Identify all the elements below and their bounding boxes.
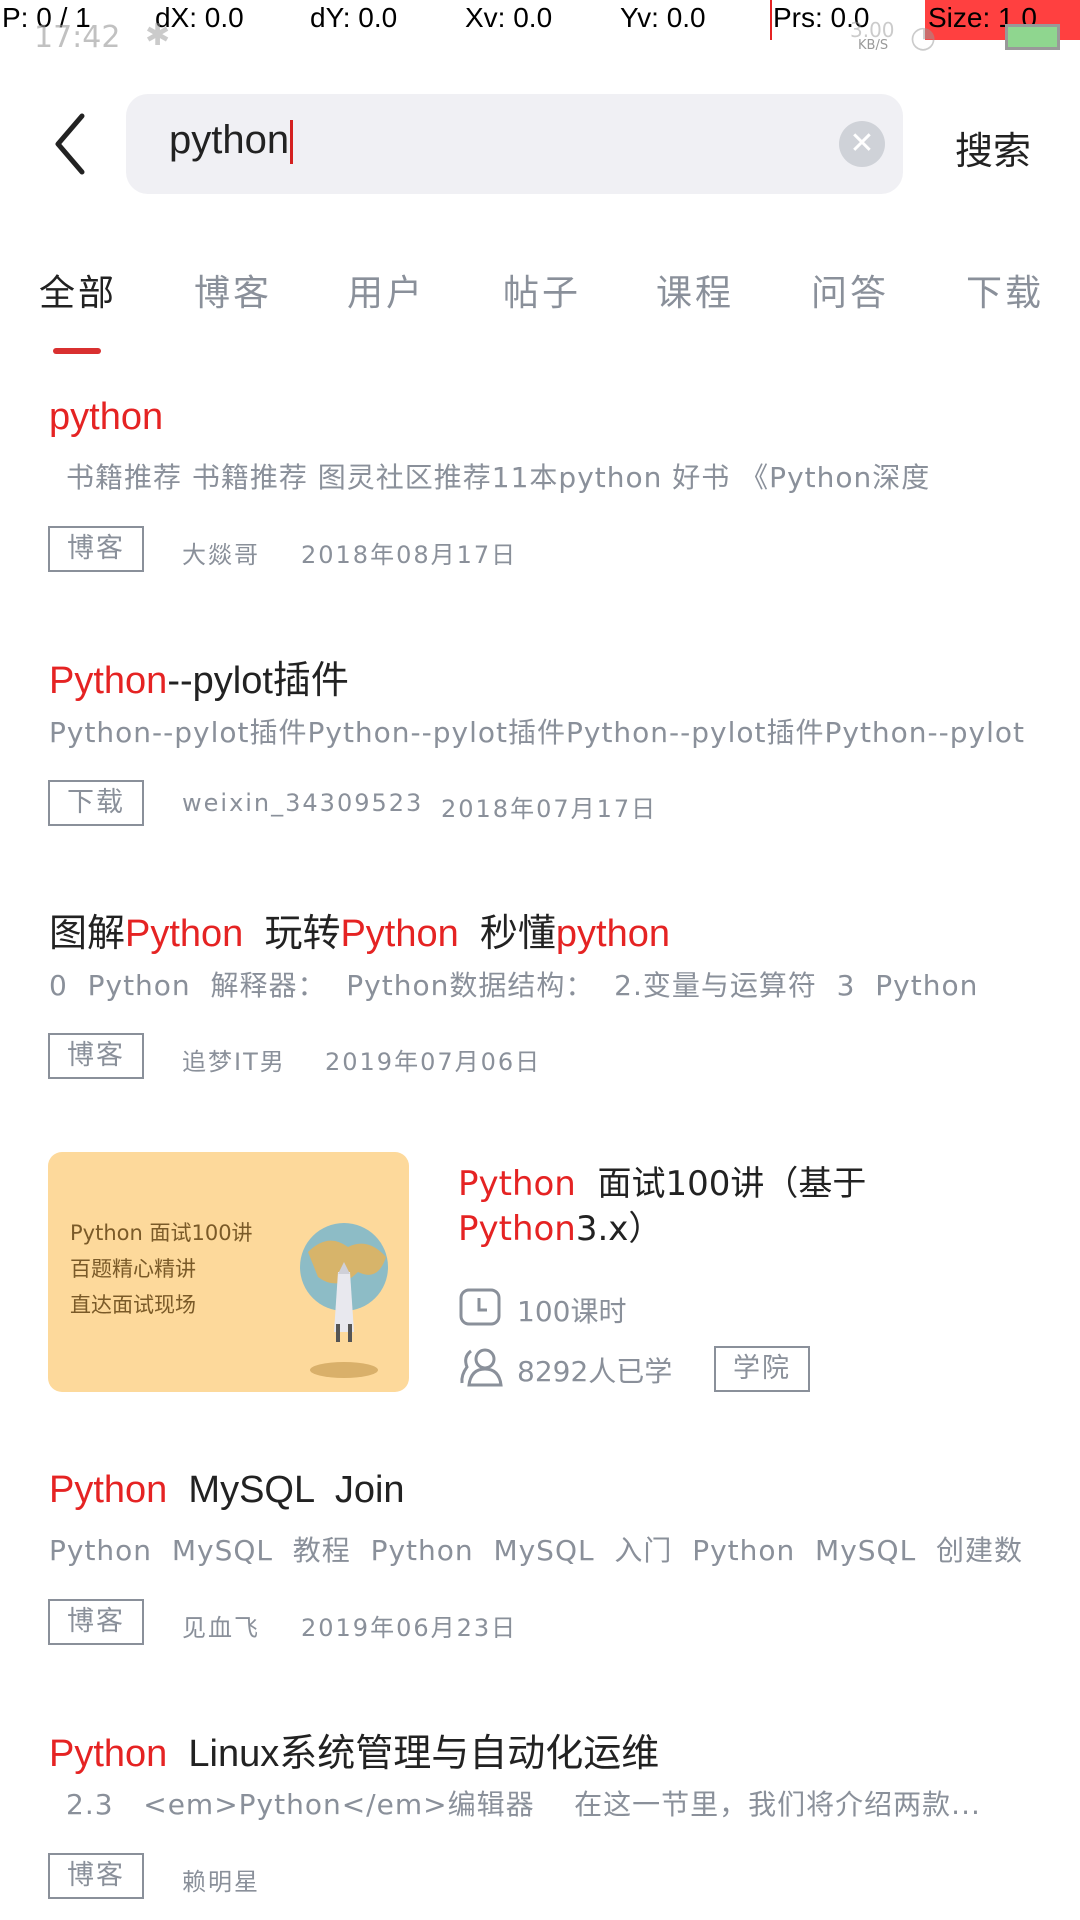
tab-courses[interactable]: 课程 [656, 264, 734, 316]
result-title[interactable]: 图解Python 玩转Python 秒懂python [49, 902, 670, 957]
result-snippet: 2.3 <em>Python</em>编辑器 在这一节里，我们将介绍两款... [66, 1788, 981, 1821]
result-snippet: 书籍推荐 书籍推荐 图灵社区推荐11本python 好书 《Python深度 [66, 461, 931, 494]
result-date: 2018年08月17日 [301, 541, 518, 569]
course-lessons: 100课时 [517, 1295, 627, 1328]
tab-all[interactable]: 全部 [39, 264, 117, 316]
result-author[interactable]: weixin_34309523 [182, 789, 423, 817]
chevron-left-icon [55, 113, 85, 175]
result-author[interactable]: 追梦IT男 [182, 1042, 286, 1077]
tab-users[interactable]: 用户 [347, 264, 425, 316]
back-button[interactable] [50, 112, 90, 180]
result-type-tag: 博客 [48, 1599, 144, 1645]
result-title[interactable]: Python MySQL Join [49, 1469, 405, 1512]
active-tab-indicator [53, 348, 101, 354]
course-learners: 8292人已学 [517, 1355, 673, 1388]
globe-rocket-illustration [300, 1223, 388, 1378]
course-title[interactable]: Python 面试100讲（基于 [458, 1156, 866, 1205]
result-date: 2019年06月23日 [301, 1614, 518, 1642]
wifi-icon: ◔ [910, 20, 937, 55]
course-title-line2[interactable]: Python3.x） [458, 1201, 662, 1250]
net-unit: KB/S [858, 38, 889, 53]
result-author[interactable]: 大燚哥 [182, 535, 260, 570]
search-input[interactable]: python ✕ [126, 94, 903, 194]
result-date: 2018年07月17日 [441, 795, 658, 823]
result-type-tag: 下载 [48, 780, 144, 826]
result-title[interactable]: Python--pylot插件 [49, 649, 349, 704]
result-type-tag: 博客 [48, 526, 144, 572]
course-thumbnail[interactable]: Python 面试100讲 百题精心精讲 直达面试现场 [48, 1152, 409, 1392]
tab-qa[interactable]: 问答 [811, 264, 889, 316]
tab-posts[interactable]: 帖子 [503, 264, 581, 316]
result-snippet: Python--pylot插件Python--pylot插件Python--py… [49, 716, 1025, 749]
clear-icon[interactable]: ✕ [839, 121, 885, 167]
thumbnail-text: Python 面试100讲 [70, 1221, 253, 1245]
result-title[interactable]: Python Linux系统管理与自动化运维 [49, 1722, 659, 1777]
tab-blog[interactable]: 博客 [194, 264, 272, 316]
status-bar: 17:42 ✱ 3.00 KB/S ◔ [0, 18, 1080, 58]
thumbnail-text: 百题精心精讲 [70, 1257, 196, 1281]
result-type-tag: 博客 [48, 1033, 144, 1079]
result-snippet: Python MySQL 教程 Python MySQL 入门 Python M… [49, 1534, 1023, 1567]
result-title[interactable]: python [49, 396, 163, 439]
tab-downloads[interactable]: 下载 [966, 264, 1044, 316]
users-icon [460, 1348, 503, 1387]
search-button[interactable]: 搜索 [955, 120, 1031, 175]
text-caret [290, 120, 294, 165]
result-author[interactable]: 见血飞 [182, 1608, 260, 1643]
bluetooth-icon: ✱ [145, 18, 171, 53]
status-time: 17:42 [34, 20, 121, 55]
clock-icon [459, 1288, 501, 1326]
search-value: python [169, 118, 290, 162]
result-author[interactable]: 赖明星 [182, 1862, 260, 1897]
battery-icon [1005, 24, 1060, 50]
result-date: 2019年07月06日 [325, 1048, 542, 1076]
result-type-tag: 博客 [48, 1853, 144, 1899]
result-snippet: 0 Python 解释器： Python数据结构： 2.变量与运算符 3 Pyt… [49, 969, 979, 1002]
thumbnail-text: 直达面试现场 [70, 1293, 196, 1317]
course-tag: 学院 [714, 1346, 810, 1392]
